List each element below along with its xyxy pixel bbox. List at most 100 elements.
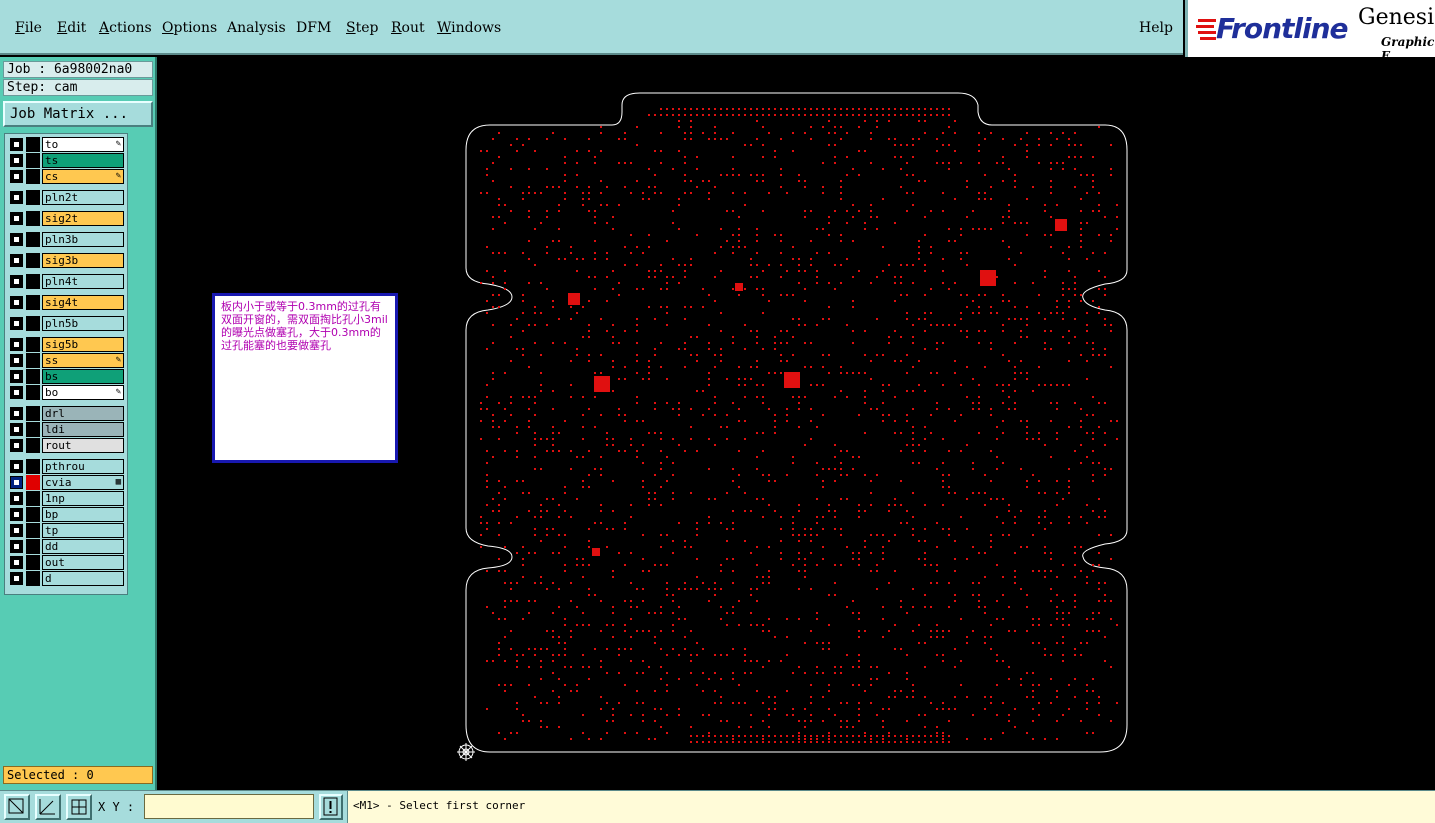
layer-row-sig2t[interactable]: sig2t	[8, 211, 126, 226]
layer-name[interactable]: 1np	[42, 491, 124, 506]
layer-row-pln4t[interactable]: pln4t	[8, 274, 126, 289]
layer-checkbox[interactable]	[10, 370, 23, 383]
layer-name[interactable]: pln5b	[42, 316, 124, 331]
menu-analysis[interactable]: Analysis	[227, 20, 286, 36]
layer-checkbox[interactable]	[10, 191, 23, 204]
layer-name[interactable]: cs ✎	[42, 169, 124, 184]
layer-row-dd[interactable]: dd	[8, 539, 126, 554]
help-menu[interactable]: Help	[1139, 20, 1173, 36]
layer-checkbox[interactable]	[10, 254, 23, 267]
layer-row-ss[interactable]: ss ✎	[8, 353, 126, 368]
layer-color-swatch[interactable]	[26, 385, 40, 400]
layer-name[interactable]: sig3b	[42, 253, 124, 268]
layer-row-pln2t[interactable]: pln2t	[8, 190, 126, 205]
layer-name[interactable]: pln3b	[42, 232, 124, 247]
menu-rout[interactable]: Rout	[391, 20, 425, 36]
layer-name[interactable]: cvia ▦	[42, 475, 124, 490]
grid-snap-icon[interactable]	[66, 794, 92, 820]
menu-actions[interactable]: Actions	[99, 20, 152, 36]
layer-checkbox[interactable]	[10, 508, 23, 521]
layer-color-swatch[interactable]	[26, 253, 40, 268]
layer-row-bs[interactable]: bs	[8, 369, 126, 384]
layer-color-swatch[interactable]	[26, 153, 40, 168]
layer-color-swatch[interactable]	[26, 523, 40, 538]
layer-name[interactable]: rout	[42, 438, 124, 453]
layer-checkbox[interactable]	[10, 540, 23, 553]
layer-name[interactable]: bs	[42, 369, 124, 384]
layer-name[interactable]: sig4t	[42, 295, 124, 310]
layer-row-sig4t[interactable]: sig4t	[8, 295, 126, 310]
layer-checkbox[interactable]	[10, 296, 23, 309]
layer-checkbox[interactable]	[10, 233, 23, 246]
layer-name[interactable]: dd	[42, 539, 124, 554]
layer-row-pln5b[interactable]: pln5b	[8, 316, 126, 331]
layer-color-swatch[interactable]	[26, 169, 40, 184]
layer-row-ldi[interactable]: ldi	[8, 422, 126, 437]
layer-color-swatch[interactable]	[26, 491, 40, 506]
layer-name[interactable]: sig5b	[42, 337, 124, 352]
zoom-area-icon[interactable]	[4, 794, 30, 820]
layer-row-to[interactable]: to ✎	[8, 137, 126, 152]
layer-name[interactable]: ts	[42, 153, 124, 168]
layer-color-swatch[interactable]	[26, 137, 40, 152]
menu-step[interactable]: Step	[346, 20, 378, 36]
layer-name[interactable]: d	[42, 571, 124, 586]
layer-name[interactable]: sig2t	[42, 211, 124, 226]
layer-checkbox[interactable]	[10, 556, 23, 569]
xy-coordinate-input[interactable]	[144, 794, 314, 819]
layer-name[interactable]: drl	[42, 406, 124, 421]
layer-row-sig3b[interactable]: sig3b	[8, 253, 126, 268]
layer-row-bo[interactable]: bo ✎	[8, 385, 126, 400]
layer-checkbox[interactable]	[10, 354, 23, 367]
layer-name[interactable]: pln4t	[42, 274, 124, 289]
layer-row-1np[interactable]: 1np	[8, 491, 126, 506]
layer-color-swatch[interactable]	[26, 507, 40, 522]
layer-name[interactable]: ldi	[42, 422, 124, 437]
layer-checkbox[interactable]	[10, 386, 23, 399]
layer-checkbox[interactable]	[10, 212, 23, 225]
layer-color-swatch[interactable]	[26, 190, 40, 205]
layer-color-swatch[interactable]	[26, 369, 40, 384]
menu-options[interactable]: Options	[162, 20, 217, 36]
layer-color-swatch[interactable]	[26, 422, 40, 437]
layer-row-pln3b[interactable]: pln3b	[8, 232, 126, 247]
layer-color-swatch[interactable]	[26, 232, 40, 247]
layer-checkbox[interactable]	[10, 423, 23, 436]
menu-dfm[interactable]: DFM	[296, 20, 331, 36]
layer-checkbox[interactable]	[10, 138, 23, 151]
layer-checkbox[interactable]	[10, 476, 23, 489]
layer-name[interactable]: pln2t	[42, 190, 124, 205]
layer-color-swatch[interactable]	[26, 539, 40, 554]
layer-row-drl[interactable]: drl	[8, 406, 126, 421]
layer-checkbox[interactable]	[10, 492, 23, 505]
layer-color-swatch[interactable]	[26, 274, 40, 289]
layer-checkbox[interactable]	[10, 338, 23, 351]
layer-checkbox[interactable]	[10, 275, 23, 288]
layer-color-swatch[interactable]	[26, 337, 40, 352]
layer-row-d[interactable]: d	[8, 571, 126, 586]
layer-row-rout[interactable]: rout	[8, 438, 126, 453]
layer-color-swatch[interactable]	[26, 211, 40, 226]
layer-name[interactable]: bp	[42, 507, 124, 522]
menu-windows[interactable]: Windows	[437, 20, 501, 36]
layer-color-swatch[interactable]	[26, 295, 40, 310]
layer-name[interactable]: ss ✎	[42, 353, 124, 368]
job-matrix-button[interactable]: Job Matrix ...	[3, 101, 153, 127]
layer-checkbox[interactable]	[10, 154, 23, 167]
layer-checkbox[interactable]	[10, 460, 23, 473]
layer-checkbox[interactable]	[10, 317, 23, 330]
measure-icon[interactable]	[35, 794, 61, 820]
layer-color-swatch[interactable]	[26, 316, 40, 331]
menu-edit[interactable]: Edit	[57, 20, 86, 36]
layer-name[interactable]: out	[42, 555, 124, 570]
layer-row-sig5b[interactable]: sig5b	[8, 337, 126, 352]
layer-color-swatch[interactable]	[26, 459, 40, 474]
layer-color-swatch[interactable]	[26, 406, 40, 421]
layer-row-pthrou[interactable]: pthrou	[8, 459, 126, 474]
layer-row-cvia[interactable]: cvia ▦	[8, 475, 126, 490]
alert-icon[interactable]	[319, 794, 343, 820]
layer-checkbox[interactable]	[10, 407, 23, 420]
layer-color-swatch[interactable]	[26, 438, 40, 453]
layer-name[interactable]: bo ✎	[42, 385, 124, 400]
layer-row-tp[interactable]: tp	[8, 523, 126, 538]
